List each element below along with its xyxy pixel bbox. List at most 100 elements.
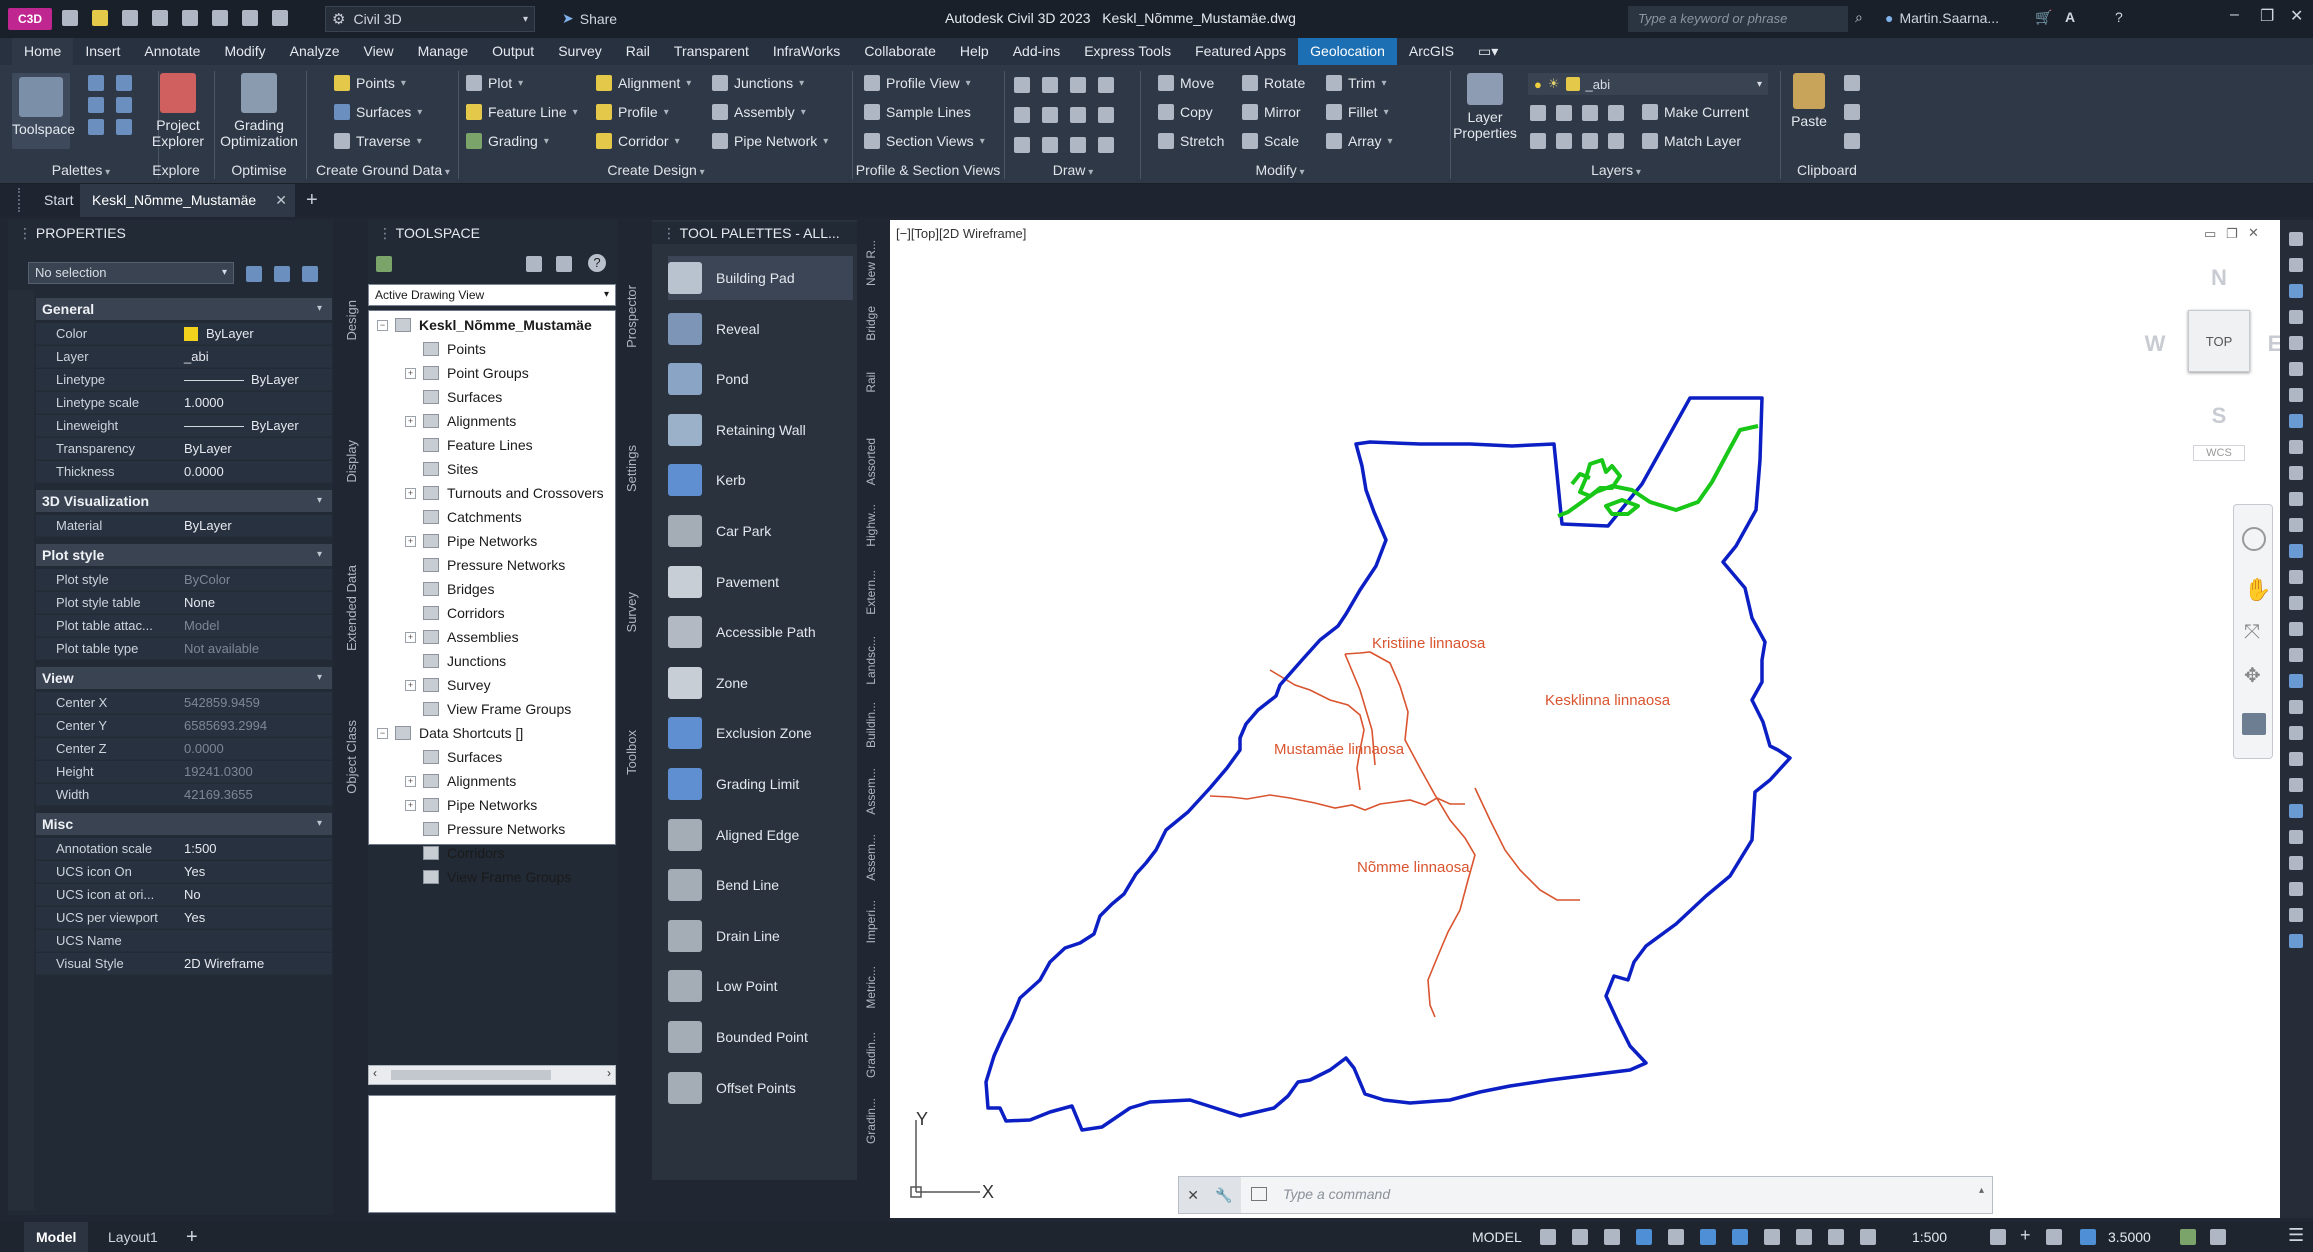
layer-dropdown[interactable]: ● ☀ _abi ▾ xyxy=(1528,73,1768,95)
property-row[interactable]: Plot style table None xyxy=(36,592,332,614)
toolspace-options-icon[interactable] xyxy=(556,256,572,272)
layer-on-icon[interactable] xyxy=(1530,133,1546,149)
print-icon[interactable] xyxy=(212,10,228,26)
side-tab-object-class[interactable]: Object Class xyxy=(344,720,359,794)
tool-strip-icon[interactable] xyxy=(2289,570,2303,584)
compass-west[interactable]: W xyxy=(2135,331,2175,357)
ribbon-tab-help[interactable]: Help xyxy=(948,38,1001,65)
palette-tool-offset-points[interactable]: Offset Points xyxy=(668,1066,853,1110)
palette-tool-kerb[interactable]: Kerb xyxy=(668,458,853,502)
property-row[interactable]: Plot style ByColor xyxy=(36,569,332,591)
showmotion-icon[interactable] xyxy=(2242,713,2266,735)
tree-item[interactable]: Pressure Networks xyxy=(423,821,565,837)
palette-tab[interactable]: Metric... xyxy=(864,966,878,1009)
junctions-button[interactable]: Junctions xyxy=(712,75,804,91)
undo-icon[interactable] xyxy=(242,10,258,26)
tool-strip-icon[interactable] xyxy=(2289,674,2303,688)
traverse-button[interactable]: Traverse xyxy=(334,133,422,149)
ribbon-tab-rail[interactable]: Rail xyxy=(614,38,662,65)
palette-tool-building-pad[interactable]: Building Pad xyxy=(668,256,853,300)
hatch-icon[interactable] xyxy=(1014,107,1030,123)
palette-tab[interactable]: Gradin... xyxy=(864,1032,878,1078)
alignment-button[interactable]: Alignment xyxy=(596,75,691,91)
profile-view-button[interactable]: Profile View xyxy=(864,75,971,91)
restore-icon[interactable]: ❐ xyxy=(2260,6,2274,26)
palette-tab[interactable]: Buildin... xyxy=(864,702,878,748)
customize-icon[interactable]: 🔧 xyxy=(1215,1187,1232,1204)
view-cube-top[interactable]: TOP xyxy=(2188,310,2250,372)
compass-north[interactable]: N xyxy=(2199,265,2239,291)
property-row[interactable]: Plot table type Not available xyxy=(36,638,332,660)
polar-icon[interactable] xyxy=(1636,1229,1652,1245)
expand-icon[interactable]: + xyxy=(405,679,416,691)
plus-icon[interactable]: + xyxy=(2020,1225,2031,1246)
palette-tab[interactable]: Bridge xyxy=(864,306,878,341)
palette-tab[interactable]: Gradin... xyxy=(864,1098,878,1144)
stretch-button[interactable]: Stretch xyxy=(1158,133,1224,149)
save-as-icon[interactable] xyxy=(152,10,168,26)
toolspace-home-icon[interactable] xyxy=(376,256,392,272)
expand-icon[interactable]: + xyxy=(405,487,416,499)
property-row[interactable]: Center Y 6585693.2994 xyxy=(36,715,332,737)
mirror-button[interactable]: Mirror xyxy=(1242,104,1301,120)
property-row[interactable]: Linetype ByLayer xyxy=(36,369,332,391)
select-objects-icon[interactable] xyxy=(274,266,290,282)
property-row[interactable]: Width 42169.3655 xyxy=(36,784,332,806)
toggle-pickadd-icon[interactable] xyxy=(246,266,262,282)
add-layout-icon[interactable]: + xyxy=(186,1222,198,1252)
plot-button[interactable]: Plot xyxy=(466,75,523,91)
section-views-button[interactable]: Section Views xyxy=(864,133,985,149)
close-tab-icon[interactable]: ✕ xyxy=(275,184,287,217)
property-row[interactable]: Plot table attac... Model xyxy=(36,615,332,637)
help-icon[interactable]: ? xyxy=(2115,9,2123,25)
property-row[interactable]: Color ByLayer xyxy=(36,323,332,345)
pipe-network-button[interactable]: Pipe Network xyxy=(712,133,828,149)
tab-model[interactable]: Model xyxy=(24,1222,89,1252)
scroll-left-icon[interactable]: ‹ xyxy=(373,1066,377,1080)
scale-button[interactable]: Scale xyxy=(1242,133,1299,149)
ribbon-tab-featured-apps[interactable]: Featured Apps xyxy=(1183,38,1298,65)
point-icon[interactable] xyxy=(1098,137,1114,153)
app-logo[interactable]: C3D xyxy=(8,8,52,30)
scroll-thumb[interactable] xyxy=(391,1070,551,1080)
tree-item[interactable]: View Frame Groups xyxy=(423,701,571,717)
layer-unisolate-icon[interactable] xyxy=(1556,133,1572,149)
prop-section-general[interactable]: General ▾ xyxy=(36,298,332,320)
tool-strip-icon[interactable] xyxy=(2289,284,2303,298)
ribbon-tab-transparent[interactable]: Transparent xyxy=(662,38,761,65)
ribbon-tab-survey[interactable]: Survey xyxy=(546,38,614,65)
property-row[interactable]: Visual Style 2D Wireframe xyxy=(36,953,332,975)
spline-icon[interactable] xyxy=(1098,77,1114,93)
property-row[interactable]: Material ByLayer xyxy=(36,515,332,537)
close-icon[interactable]: ✕ xyxy=(2290,6,2303,26)
web-save-icon[interactable] xyxy=(182,10,198,26)
tool-strip-icon[interactable] xyxy=(2289,648,2303,662)
toolspace-toggle-icon[interactable] xyxy=(526,256,542,272)
open-icon[interactable] xyxy=(92,10,108,26)
ribbon-tab-geolocation[interactable]: Geolocation xyxy=(1298,38,1397,65)
create-ground-data-label[interactable]: Create Ground Data xyxy=(308,160,458,180)
points-button[interactable]: Points xyxy=(334,75,406,91)
palette-tool-accessible-path[interactable]: Accessible Path xyxy=(668,610,853,654)
tool-strip-icon[interactable] xyxy=(2289,232,2303,246)
properties-icon[interactable] xyxy=(88,75,104,91)
selection-cycling-icon[interactable] xyxy=(1828,1229,1844,1245)
tool-strip-icon[interactable] xyxy=(2289,310,2303,324)
palette-tab[interactable]: Assorted xyxy=(864,438,878,485)
layer-unlock-icon[interactable] xyxy=(1608,133,1624,149)
side-tab-extended-data[interactable]: Extended Data xyxy=(344,565,359,651)
palette-tab[interactable]: Extern... xyxy=(864,570,878,615)
workspace-icon[interactable] xyxy=(1990,1229,2006,1245)
ribbon-more-icon[interactable]: ▭▾ xyxy=(1466,38,1510,65)
quick-select-icon[interactable] xyxy=(302,266,318,282)
new-icon[interactable] xyxy=(62,10,78,26)
tree-item[interactable]: + Survey xyxy=(405,677,491,693)
steering-wheel-icon[interactable] xyxy=(2242,527,2266,551)
ribbon-tab-insert[interactable]: Insert xyxy=(73,38,132,65)
tool-strip-icon[interactable] xyxy=(2289,414,2303,428)
tool-strip-icon[interactable] xyxy=(2289,362,2303,376)
tool-strip-icon[interactable] xyxy=(2289,440,2303,454)
tool-strip-icon[interactable] xyxy=(2289,882,2303,896)
draw-panel-label[interactable]: Draw xyxy=(1006,160,1140,180)
tree-item[interactable]: + Point Groups xyxy=(405,365,529,381)
